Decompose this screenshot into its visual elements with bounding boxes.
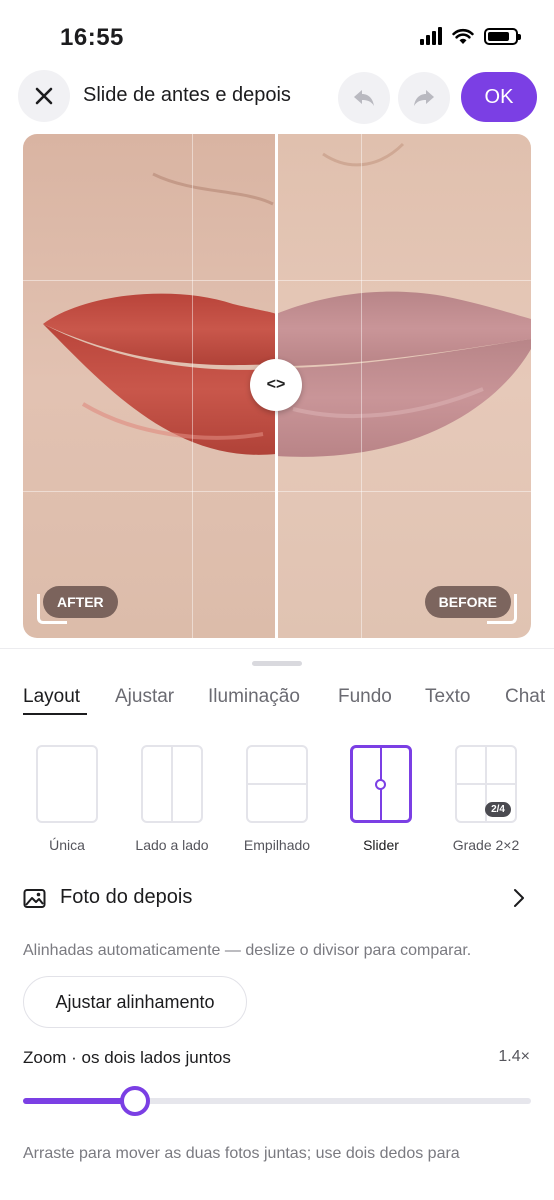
layout-thumb-grid: 2/4 xyxy=(455,745,517,823)
tab-chat[interactable]: Chat xyxy=(505,686,545,708)
status-icons xyxy=(420,27,521,45)
close-icon xyxy=(35,87,53,105)
before-label: BEFORE xyxy=(424,586,511,618)
signal-icon xyxy=(420,27,442,45)
wifi-icon xyxy=(452,28,474,44)
redo-button[interactable] xyxy=(398,72,450,124)
layout-option-empilhado[interactable]: Empilhado xyxy=(222,745,332,853)
after-photo-row[interactable]: Foto do depois xyxy=(23,884,531,914)
layout-option-slider[interactable]: Slider xyxy=(326,745,436,853)
layout-label: Grade 2×2 xyxy=(452,837,520,853)
page-title: Slide de antes e depois xyxy=(83,84,291,106)
close-button[interactable] xyxy=(18,70,70,122)
active-tab-indicator xyxy=(23,713,87,715)
layout-label: Lado a lado xyxy=(135,837,209,853)
grid-line xyxy=(192,134,193,638)
status-time: 16:55 xyxy=(60,24,124,51)
tab-fundo[interactable]: Fundo xyxy=(338,686,392,708)
after-photo-label: Foto do depois xyxy=(60,886,193,908)
sheet-divider xyxy=(0,648,554,649)
layout-options: Única Lado a lado Empilhado Slider 2/4 G… xyxy=(0,745,554,855)
chevron-right-icon xyxy=(514,889,524,907)
editor-header: Slide de antes e depois OK xyxy=(0,70,554,124)
layout-option-grade[interactable]: 2/4 Grade 2×2 xyxy=(431,745,541,853)
layout-thumb-side-by-side xyxy=(141,745,203,823)
redo-icon xyxy=(414,90,434,106)
zoom-slider-fill xyxy=(23,1098,135,1104)
before-after-preview[interactable]: <> AFTER BEFORE xyxy=(23,134,531,638)
layout-thumb-single xyxy=(36,745,98,823)
slider-handle[interactable]: <> xyxy=(250,359,302,411)
tab-ajustar[interactable]: Ajustar xyxy=(115,686,174,708)
tab-iluminacao[interactable]: Iluminação xyxy=(208,686,300,708)
adjust-alignment-button[interactable]: Ajustar alinhamento xyxy=(23,976,247,1028)
layout-label: Única xyxy=(49,837,85,853)
layout-option-unica[interactable]: Única xyxy=(12,745,122,853)
image-icon xyxy=(23,889,46,908)
zoom-slider-thumb[interactable] xyxy=(119,1086,150,1116)
battery-icon xyxy=(484,27,521,45)
grid-line xyxy=(361,134,362,638)
layout-thumb-slider xyxy=(350,745,412,823)
zoom-value: 1.4× xyxy=(498,1048,530,1065)
zoom-slider[interactable] xyxy=(23,1098,531,1104)
layout-thumb-stacked xyxy=(246,745,308,823)
ok-button[interactable]: OK xyxy=(461,72,537,122)
move-hint: Arraste para mover as duas fotos juntas;… xyxy=(23,1145,460,1162)
undo-icon xyxy=(354,90,374,106)
layout-option-lado-a-lado[interactable]: Lado a lado xyxy=(117,745,227,853)
status-bar: 16:55 xyxy=(0,0,554,70)
alignment-hint: Alinhadas automaticamente — deslize o di… xyxy=(23,942,472,959)
layout-label: Empilhado xyxy=(243,837,311,853)
after-label: AFTER xyxy=(43,586,118,618)
tab-texto[interactable]: Texto xyxy=(425,686,470,708)
grid-badge: 2/4 xyxy=(485,802,511,817)
layout-label: Slider xyxy=(363,837,399,853)
tab-layout[interactable]: Layout xyxy=(23,686,80,708)
zoom-label: Zoom · os dois lados juntos xyxy=(23,1048,231,1067)
undo-button[interactable] xyxy=(338,72,390,124)
sheet-grabber[interactable] xyxy=(252,661,302,666)
